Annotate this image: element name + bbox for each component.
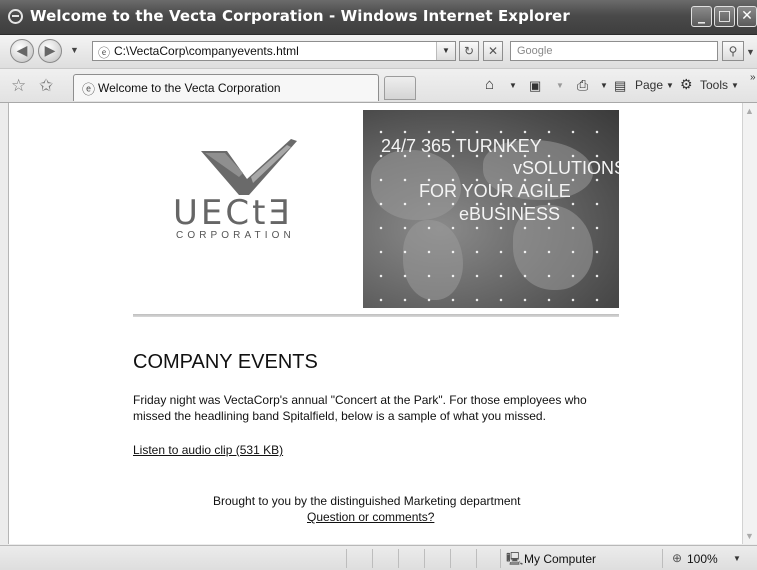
ie-logo-icon xyxy=(8,9,23,24)
scroll-up-icon[interactable]: ▲ xyxy=(745,106,754,116)
banner-image: 24/7 365 TURNKEY vSOLUTIONS FOR YOUR AGI… xyxy=(363,110,619,308)
status-separator xyxy=(662,549,663,568)
home-icon[interactable]: ⌂ xyxy=(485,76,494,93)
zoom-dropdown-icon[interactable]: ▼ xyxy=(733,554,741,563)
event-description: Friday night was VectaCorp's annual "Con… xyxy=(133,393,587,423)
status-bar: 🖳 My Computer ⊕ 100% ▼ xyxy=(0,545,757,570)
page-menu[interactable]: Page xyxy=(635,78,663,92)
home-dropdown-icon[interactable]: ▼ xyxy=(509,81,517,90)
gear-icon[interactable]: ⚙ xyxy=(680,76,693,93)
chevron-more-icon[interactable]: » xyxy=(750,72,756,83)
status-separator xyxy=(424,549,425,568)
banner-line-3: FOR YOUR AGILE xyxy=(419,181,571,201)
print-icon[interactable]: ⎙ xyxy=(577,77,588,94)
back-button[interactable]: ◀ xyxy=(10,39,34,63)
tools-dropdown-icon[interactable]: ▼ xyxy=(731,81,739,90)
tab-toolbar: ☆ ✩ ⓔ Welcome to the Vecta Corporation ⌂… xyxy=(0,69,757,103)
address-url[interactable]: C:\VectaCorp\companyevents.html xyxy=(114,44,299,58)
logo-subtitle: CORPORATION xyxy=(176,230,295,241)
comments-link[interactable]: Question or comments? xyxy=(307,510,434,524)
vertical-scrollbar[interactable]: ▲ ▼ xyxy=(742,103,757,544)
search-input[interactable]: Google xyxy=(510,41,718,61)
close-button[interactable]: ✕ xyxy=(737,6,757,27)
tools-menu[interactable]: Tools xyxy=(700,78,728,92)
tab-ie-icon: ⓔ xyxy=(82,82,96,97)
address-toolbar: ◀ ▶ ▼ ⓔ C:\VectaCorp\companyevents.html … xyxy=(0,35,757,69)
magnifier-icon[interactable]: ⊕ xyxy=(672,551,682,565)
search-button[interactable]: ⚲ xyxy=(722,41,744,61)
vecta-checkmark-logo xyxy=(201,139,297,195)
forward-button[interactable]: ▶ xyxy=(38,39,62,63)
page-content: UECtƎ CORPORATION 24/7 365 TURNKEY vSOLU… xyxy=(9,103,742,544)
banner-line-4: eBUSINESS xyxy=(459,204,561,224)
page-heading: COMPANY EVENTS xyxy=(133,351,318,373)
new-tab-button[interactable] xyxy=(384,76,416,100)
status-separator xyxy=(500,549,501,568)
add-favorites-icon[interactable]: ✩ xyxy=(39,76,53,96)
favorites-star-icon[interactable]: ☆ xyxy=(11,76,26,96)
tab-label: Welcome to the Vecta Corporation xyxy=(98,81,281,95)
stop-button[interactable]: ✕ xyxy=(483,41,503,61)
window-frame-left xyxy=(0,103,9,544)
search-options-dropdown-icon[interactable]: ▼ xyxy=(746,47,755,57)
status-separator xyxy=(346,549,347,568)
page-icon[interactable]: ▤ xyxy=(614,78,626,94)
title-bar: Welcome to the Vecta Corporation - Windo… xyxy=(0,0,757,35)
feeds-icon[interactable]: ▣ xyxy=(529,78,541,94)
logo-wordmark: UECtƎ xyxy=(173,193,293,233)
refresh-button[interactable]: ↻ xyxy=(459,41,479,61)
recent-pages-dropdown-icon[interactable]: ▼ xyxy=(70,45,79,55)
security-zone: My Computer xyxy=(524,552,597,566)
search-placeholder: Google xyxy=(517,45,553,57)
status-separator xyxy=(372,549,373,568)
page-dropdown-icon[interactable]: ▼ xyxy=(666,81,674,90)
page-ie-icon: ⓔ xyxy=(98,46,111,60)
tab-active[interactable]: ⓔ Welcome to the Vecta Corporation xyxy=(73,74,379,101)
footer-text: Brought to you by the distinguished Mark… xyxy=(213,494,521,508)
print-dropdown-icon[interactable]: ▼ xyxy=(600,81,608,90)
audio-clip-link[interactable]: Listen to audio clip (531 KB) xyxy=(133,443,283,457)
horizontal-divider xyxy=(133,314,619,317)
zoom-level[interactable]: 100% xyxy=(687,552,718,566)
minimize-button[interactable]: _ xyxy=(691,6,712,27)
banner-line-1: 24/7 365 TURNKEY xyxy=(381,136,542,156)
computer-icon: 🖳 xyxy=(506,551,524,566)
window-title: Welcome to the Vecta Corporation - Windo… xyxy=(30,7,570,25)
banner-line-2: vSOLUTIONS xyxy=(513,158,619,178)
scroll-down-icon[interactable]: ▼ xyxy=(745,531,754,541)
address-dropdown-icon[interactable]: ▼ xyxy=(436,42,455,60)
browser-window: Welcome to the Vecta Corporation - Windo… xyxy=(0,0,757,570)
status-separator xyxy=(476,549,477,568)
maximize-button[interactable]: □ xyxy=(714,6,735,27)
status-separator xyxy=(398,549,399,568)
address-bar[interactable]: ⓔ C:\VectaCorp\companyevents.html ▼ xyxy=(92,41,456,61)
status-separator xyxy=(450,549,451,568)
feeds-dropdown-icon[interactable]: ▼ xyxy=(556,81,564,90)
